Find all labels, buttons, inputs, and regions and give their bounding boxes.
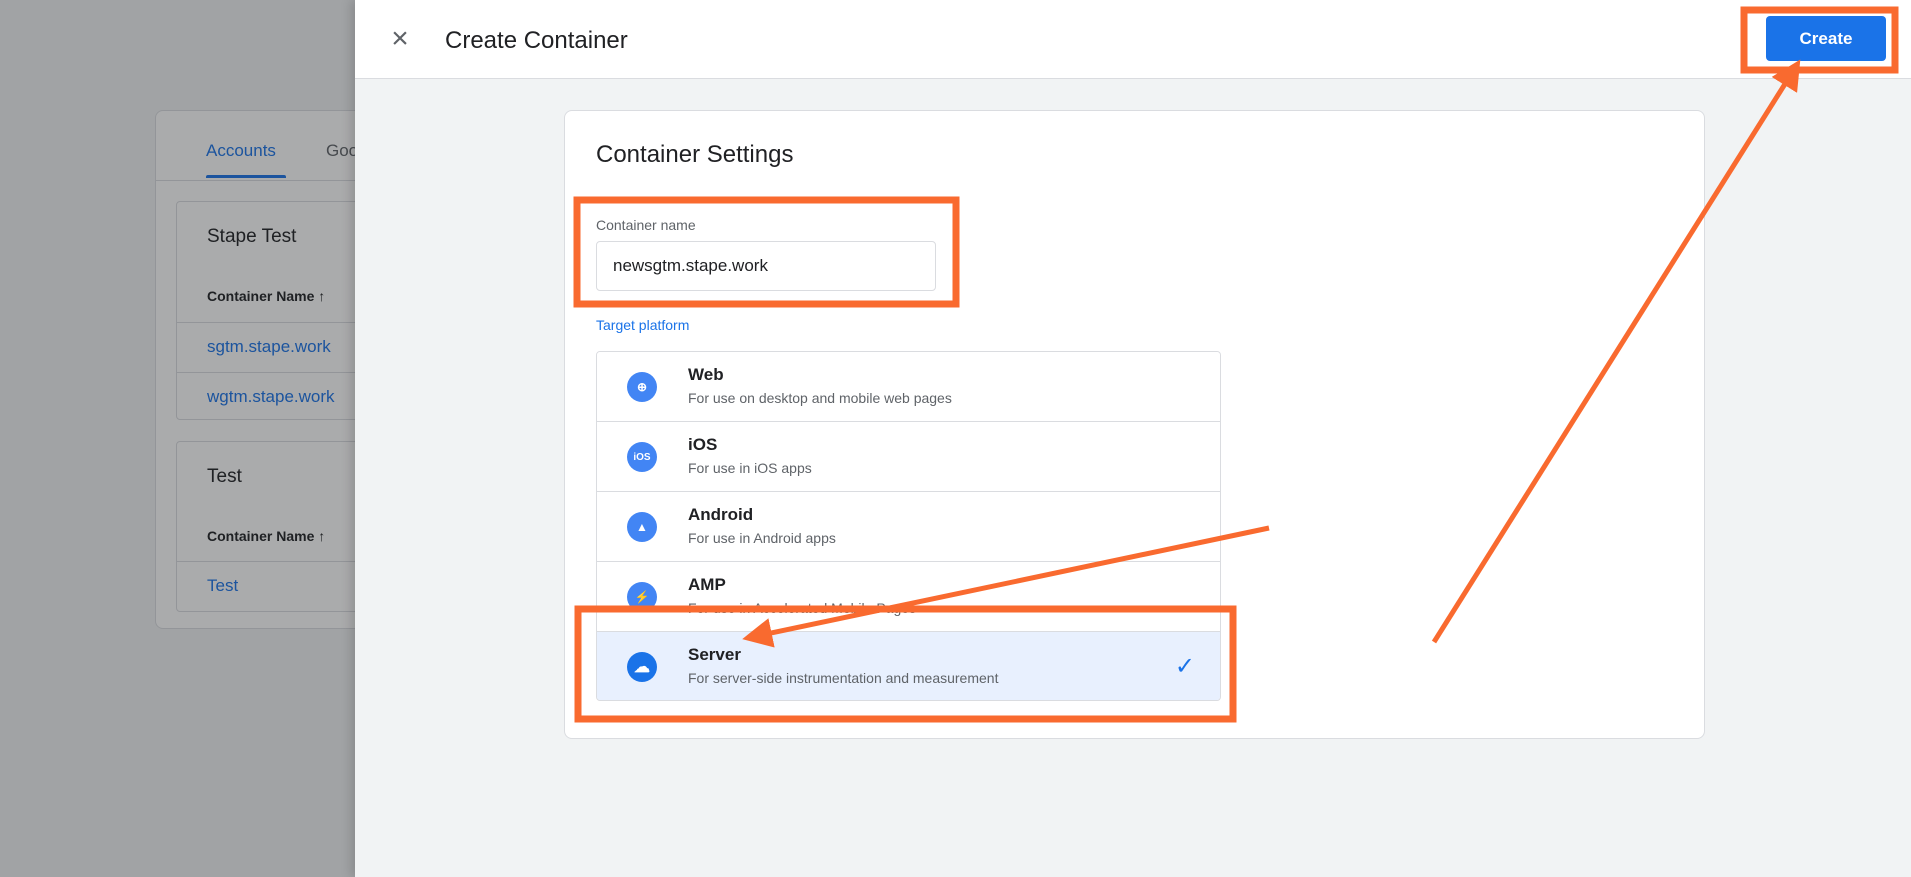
page-title: Create Container — [445, 27, 628, 54]
platform-description: For use in Accelerated Mobile Pages — [688, 600, 917, 616]
platform-option-amp[interactable]: ⚡ AMP For use in Accelerated Mobile Page… — [597, 562, 1220, 632]
container-name-input[interactable] — [596, 241, 936, 291]
platform-list: ⊕ Web For use on desktop and mobile web … — [596, 351, 1221, 701]
modal-backdrop[interactable] — [0, 0, 355, 877]
ios-icon: iOS — [627, 442, 657, 472]
container-settings-card: Container Settings Container name Target… — [564, 110, 1705, 739]
bolt-icon: ⚡ — [627, 582, 657, 612]
create-button[interactable]: Create — [1766, 16, 1886, 61]
panel-header: × Create Container Create — [355, 0, 1911, 79]
platform-option-android[interactable]: ▲ Android For use in Android apps — [597, 492, 1220, 562]
cloud-icon: ☁ — [627, 652, 657, 682]
platform-title: iOS — [688, 435, 718, 454]
globe-icon: ⊕ — [627, 372, 657, 402]
platform-description: For server-side instrumentation and meas… — [688, 670, 999, 686]
check-icon: ✓ — [1174, 653, 1195, 680]
container-name-label: Container name — [596, 217, 696, 233]
target-platform-label: Target platform — [596, 317, 690, 333]
platform-description: For use on desktop and mobile web pages — [688, 390, 952, 406]
platform-title: Android — [688, 505, 754, 524]
platform-description: For use in Android apps — [688, 530, 836, 546]
platform-title: AMP — [688, 575, 726, 594]
platform-option-web[interactable]: ⊕ Web For use on desktop and mobile web … — [597, 352, 1220, 422]
close-icon[interactable]: × — [385, 24, 415, 54]
platform-title: Server — [688, 645, 741, 664]
settings-title: Container Settings — [596, 141, 794, 168]
android-icon: ▲ — [627, 512, 657, 542]
platform-description: For use in iOS apps — [688, 460, 812, 476]
platform-option-ios[interactable]: iOS iOS For use in iOS apps — [597, 422, 1220, 492]
platform-title: Web — [688, 365, 724, 384]
create-container-panel: × Create Container Create Container Sett… — [355, 0, 1911, 877]
platform-option-server[interactable]: ☁ Server For server-side instrumentation… — [597, 632, 1220, 700]
